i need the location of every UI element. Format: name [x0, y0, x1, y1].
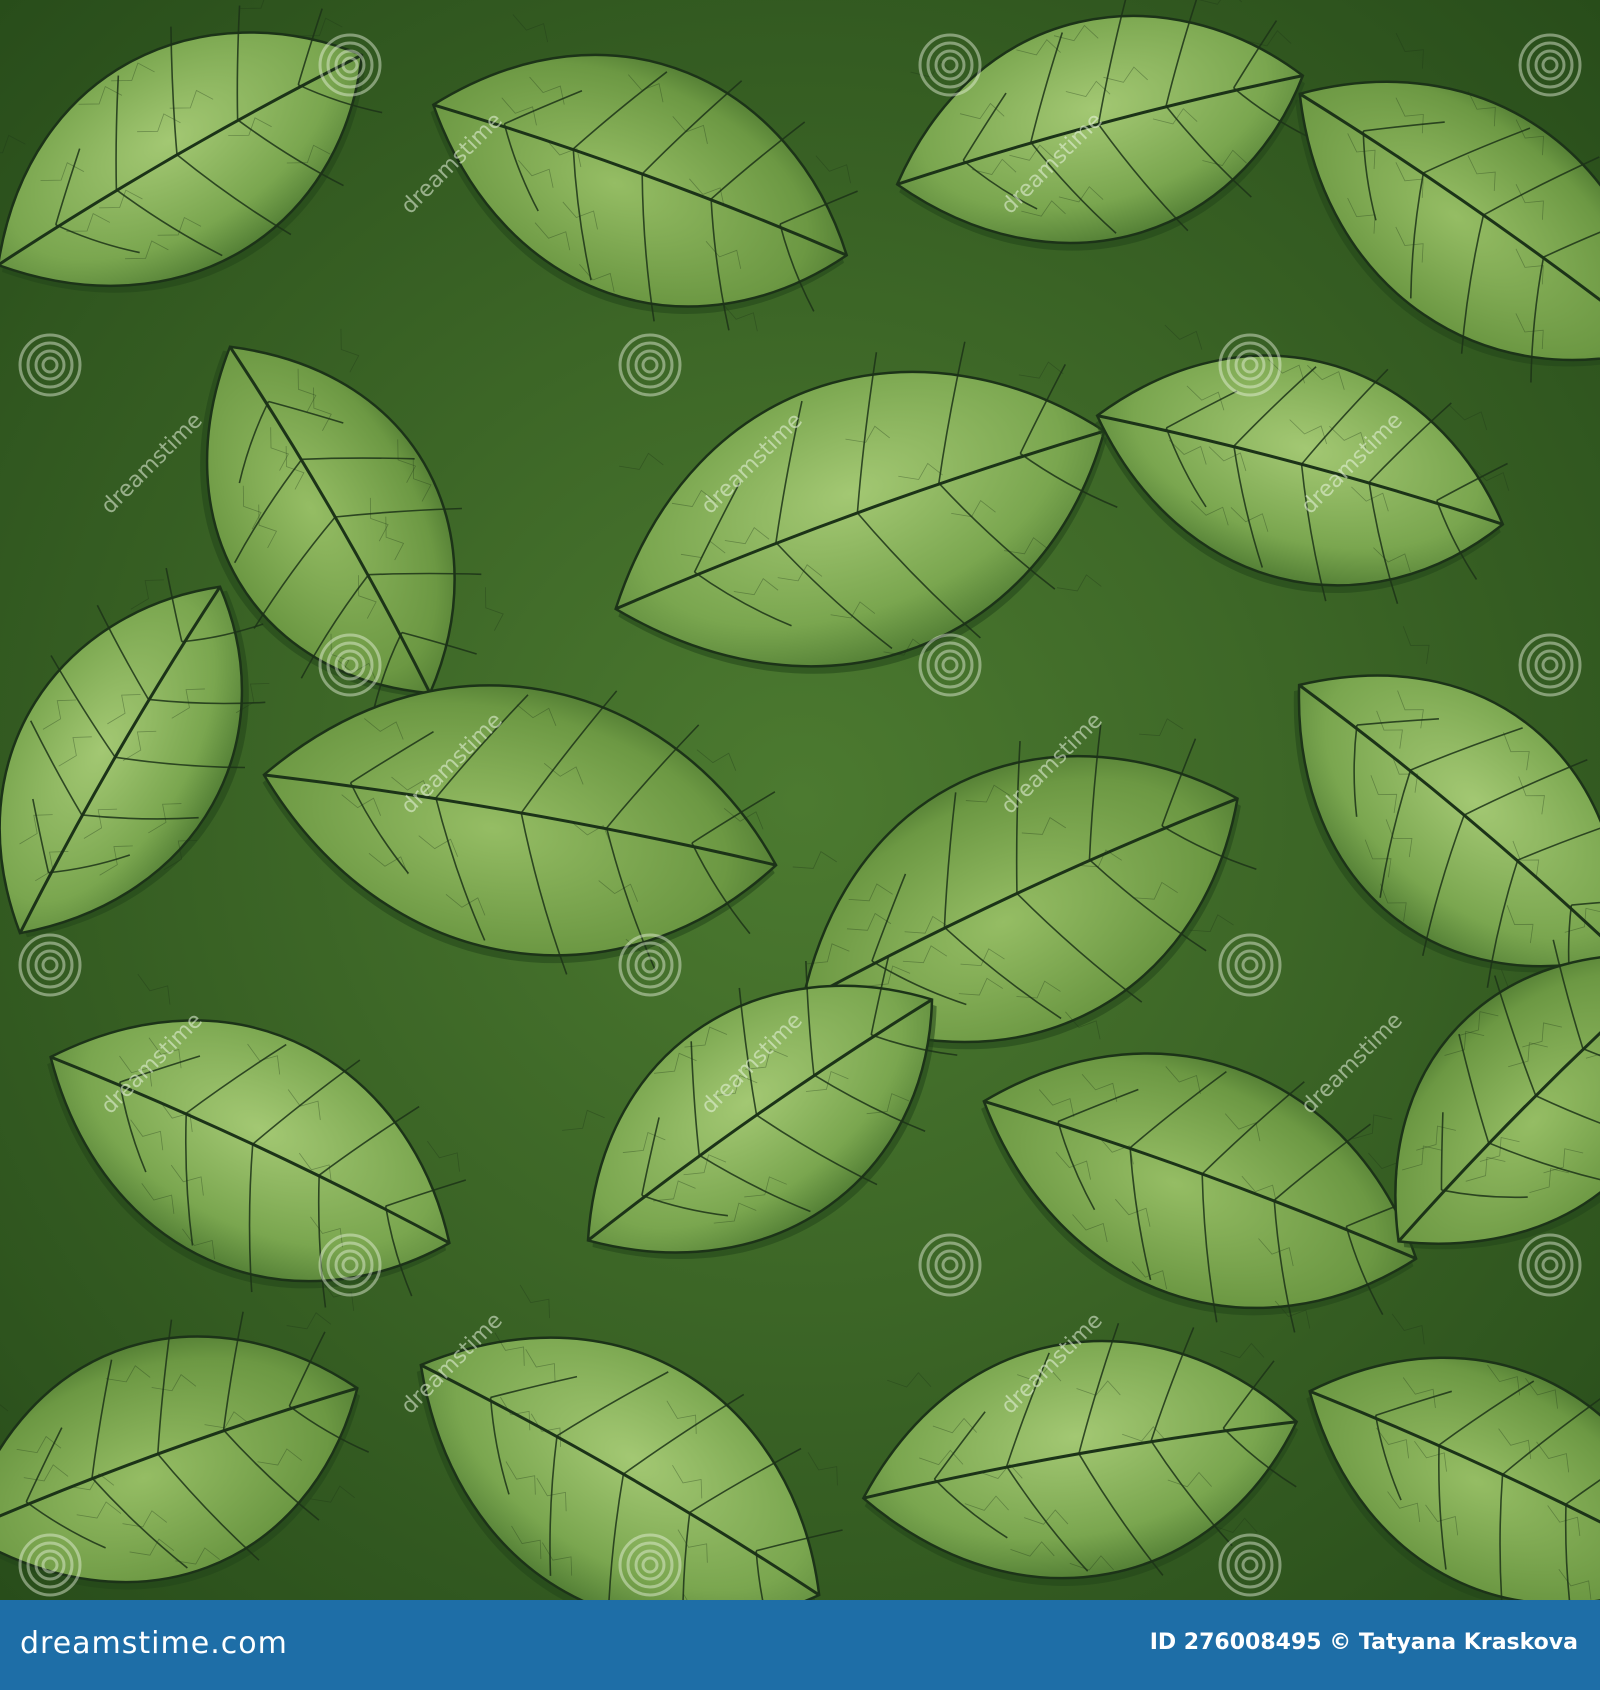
copyright-symbol: © — [1329, 1630, 1352, 1655]
footer-brand-text: dreamstime.com — [20, 1626, 288, 1661]
author-name[interactable]: Tatyana Kraskova — [1359, 1630, 1578, 1655]
footer-credit: ID 276008495 © Tatyana Kraskova — [1150, 1630, 1578, 1655]
footer-brand-logo[interactable]: dreamstime.com — [20, 1626, 288, 1661]
stock-footer-bar: dreamstime.com ID 276008495 © Tatyana Kr… — [0, 1600, 1600, 1690]
image-id-label: ID 276008495 — [1149, 1630, 1322, 1655]
leaf-texture-image: dreamstime dreamstimedreamstime dreamstime… — [0, 0, 1600, 1600]
leaf-photo: dreamstime dreamstime dreamstime dreamstime… — [0, 0, 1600, 1600]
